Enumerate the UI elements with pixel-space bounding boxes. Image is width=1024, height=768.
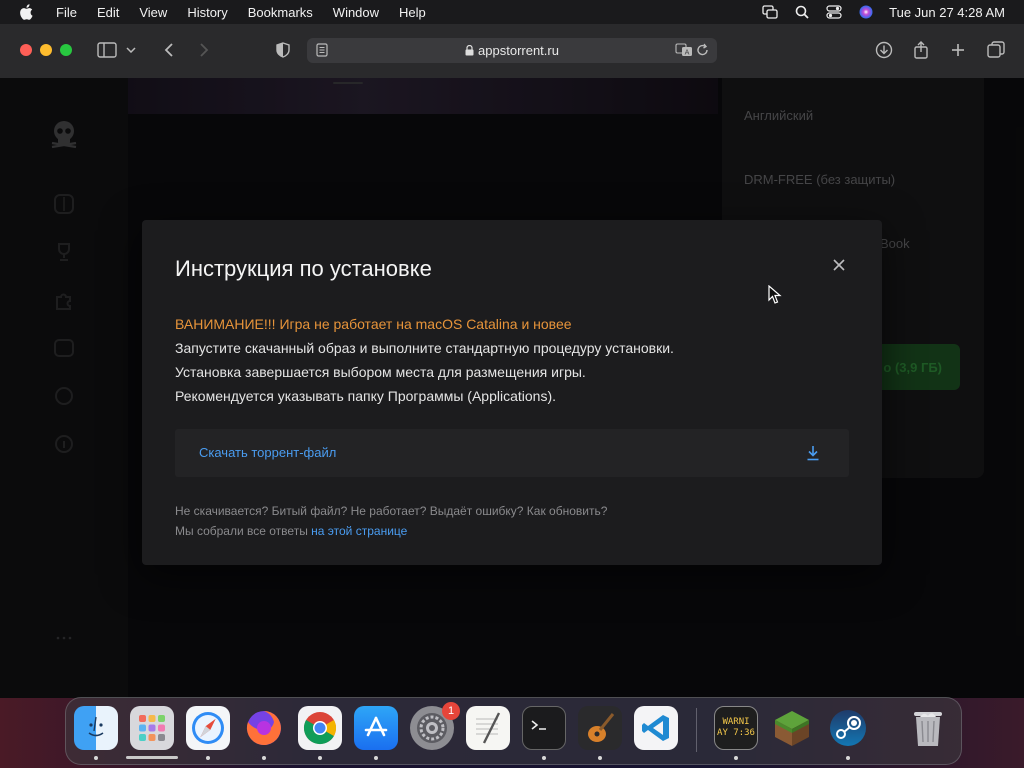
chrome-app-icon[interactable] [298, 706, 342, 750]
compatibility-warning: ВАНИМАНИЕ!!! Игра не работает на macOS C… [175, 316, 572, 332]
install-instructions-modal: Инструкция по установке ВАНИМАНИЕ!!! Игр… [142, 220, 882, 565]
menu-edit[interactable]: Edit [97, 5, 119, 20]
share-icon[interactable] [910, 40, 932, 60]
dock-separator [696, 708, 697, 752]
menu-view[interactable]: View [139, 5, 167, 20]
running-indicator [846, 756, 850, 760]
menu-bar-clock[interactable]: Tue Jun 27 4:28 AM [889, 5, 1005, 20]
reader-page-icon[interactable] [316, 43, 328, 60]
garageband-app-icon[interactable] [578, 706, 622, 750]
dock: 1 WARNI AY 7:36 [65, 697, 962, 765]
running-indicator [598, 756, 602, 760]
faq-page-link[interactable]: на этой странице [311, 524, 407, 538]
address-bar[interactable]: appstorrent.ru A [307, 38, 717, 63]
instruction-line: Рекомендуется указывать папку Программы … [175, 388, 557, 404]
footer-prefix: Мы собрали все ответы [175, 524, 312, 538]
running-indicator [734, 756, 738, 760]
launchpad-app-icon[interactable] [130, 706, 174, 750]
terminal-app-icon[interactable] [522, 706, 566, 750]
lock-icon [465, 45, 474, 56]
running-indicator [262, 756, 266, 760]
firefox-app-icon[interactable] [242, 706, 286, 750]
spotlight-search-icon[interactable] [793, 4, 811, 20]
instruction-text: ВАНИМАНИЕ!!! Игра не работает на macOS C… [175, 312, 674, 408]
textedit-app-icon[interactable] [466, 706, 510, 750]
menu-window[interactable]: Window [333, 5, 379, 20]
running-indicator [318, 756, 322, 760]
download-torrent-button[interactable]: Скачать торрент-файл [175, 429, 849, 477]
chevron-down-icon[interactable] [124, 40, 138, 60]
help-footer: Не скачивается? Битый файл? Не работает?… [175, 501, 607, 541]
running-indicator [206, 756, 210, 760]
url-text: appstorrent.ru [478, 43, 559, 58]
control-center-icon[interactable] [825, 4, 843, 20]
menu-bar: Safari File Edit View History Bookmarks … [0, 0, 1024, 38]
console-icon-text: WARNI [722, 717, 750, 727]
notification-badge: 1 [442, 702, 460, 720]
steam-app-icon[interactable] [826, 706, 870, 750]
forward-arrow-icon[interactable] [193, 40, 215, 60]
minecraft-app-icon[interactable] [770, 706, 814, 750]
footer-questions: Не скачивается? Битый файл? Не работает?… [175, 504, 608, 518]
reload-icon[interactable] [696, 43, 709, 60]
safari-app-icon[interactable] [186, 706, 230, 750]
download-icon[interactable] [805, 444, 821, 462]
instruction-line: Запустите скачанный образ и выполните ст… [175, 340, 674, 356]
translate-icon[interactable]: A [675, 43, 693, 60]
running-indicator [94, 756, 98, 760]
console-app-icon[interactable]: WARNI AY 7:36 [714, 706, 758, 750]
mouse-cursor-icon [768, 284, 782, 305]
instruction-line: Установка завершается выбором места для … [175, 364, 586, 380]
menu-bookmarks[interactable]: Bookmarks [248, 5, 313, 20]
download-torrent-label[interactable]: Скачать торрент-файл [199, 445, 336, 460]
sidebar-toggle-icon[interactable] [96, 40, 118, 60]
back-arrow-icon[interactable] [158, 40, 180, 60]
running-indicator [374, 756, 378, 760]
close-window-button[interactable] [20, 44, 32, 56]
trash-icon[interactable] [906, 706, 950, 750]
menu-help[interactable]: Help [399, 5, 426, 20]
running-indicator [542, 756, 546, 760]
privacy-shield-icon[interactable] [272, 40, 294, 60]
safari-toolbar: appstorrent.ru A [0, 24, 1024, 79]
siri-icon[interactable] [857, 4, 875, 20]
screen-mirroring-icon[interactable] [761, 4, 779, 20]
menu-history[interactable]: History [187, 5, 227, 20]
svg-text:A: A [685, 49, 690, 57]
app-store-app-icon[interactable] [354, 706, 398, 750]
downloads-icon[interactable] [873, 40, 895, 60]
dock-hover-bar [126, 756, 178, 759]
minimize-window-button[interactable] [40, 44, 52, 56]
finder-app-icon[interactable] [74, 706, 118, 750]
zoom-window-button[interactable] [60, 44, 72, 56]
console-icon-text: AY 7:36 [717, 728, 755, 738]
modal-title: Инструкция по установке [175, 256, 432, 281]
footer-answers-line: Мы собрали все ответы на этой странице [175, 521, 607, 541]
close-icon[interactable] [832, 258, 846, 272]
new-tab-plus-icon[interactable] [947, 40, 969, 60]
vscode-app-icon[interactable] [634, 706, 678, 750]
tab-overview-icon[interactable] [985, 40, 1007, 60]
